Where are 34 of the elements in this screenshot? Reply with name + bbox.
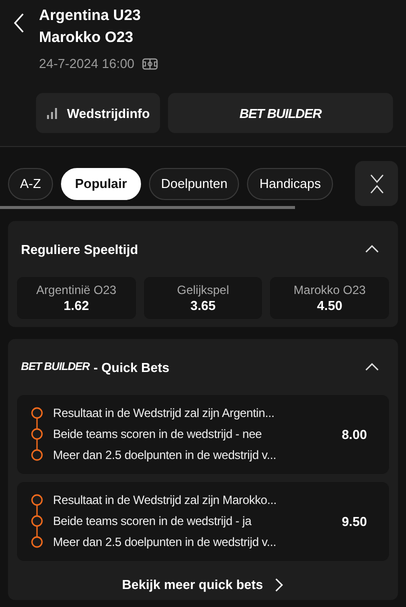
section-title: - Quick Bets bbox=[93, 360, 170, 374]
bet-selection: Meer dan 2.5 doelpunten in de wedstrijd v... bbox=[53, 447, 278, 464]
bet-selection: Resultaat in de Wedstrijd zal zijn Marokko... bbox=[53, 492, 278, 509]
more-quick-bets-link[interactable]: Bekijk meer quick bets bbox=[122, 577, 284, 592]
market-title: Reguliere Speeltijd bbox=[21, 242, 138, 256]
bet-selection: Resultaat in de Wedstrijd zal zijn Argentin... bbox=[53, 405, 276, 422]
odds-button[interactable]: Gelijkspel 3.65 bbox=[144, 277, 262, 319]
bet-selection: Beide teams scoren in de wedstrijd - ja bbox=[53, 513, 252, 530]
team-name: Marokko O23 bbox=[39, 28, 134, 48]
collapse-icon bbox=[370, 174, 384, 194]
bet-builder-logo: BET BUILDER bbox=[21, 361, 90, 373]
chevron-right-icon bbox=[274, 578, 284, 592]
bet-selection: Meer dan 2.5 doelpunten in de wedstrijd v... bbox=[53, 534, 278, 551]
bet-selection: Beide teams scoren in de wedstrijd - nee bbox=[53, 426, 263, 443]
bet-odds: 8.00 bbox=[342, 427, 367, 442]
chevron-icon[interactable] bbox=[365, 245, 379, 253]
bet-builder-button[interactable]: BET BUILDER bbox=[168, 93, 393, 133]
market-tab[interactable]: Doelpunten bbox=[148, 168, 240, 200]
market-tab[interactable]: A-Z bbox=[8, 168, 53, 200]
team-name: Argentina U23 bbox=[39, 6, 142, 26]
odds-button[interactable]: Argentinië O23 1.62 bbox=[17, 277, 136, 319]
match-info-button[interactable]: Wedstrijdinfo bbox=[36, 93, 160, 133]
market-tab[interactable]: Handicaps bbox=[247, 168, 333, 200]
collapse-all-button[interactable] bbox=[355, 161, 398, 206]
quick-bet-card[interactable]: Resultaat in de Wedstrijd zal zijn Marokko... Beide teams scoren in de wedstrijd - ja Meer dan 2.5 doelpunten in de wedstrijd v... 9.50 bbox=[17, 482, 389, 561]
back-icon[interactable] bbox=[13, 13, 25, 33]
market-tab[interactable]: Populair bbox=[60, 168, 141, 200]
bet-odds: 9.50 bbox=[342, 514, 367, 529]
odds-button[interactable]: Marokko O23 4.50 bbox=[270, 277, 390, 319]
match-date: 24-7-2024 16:00 bbox=[39, 56, 134, 71]
quick-bet-card[interactable]: Resultaat in de Wedstrijd zal zijn Argentin... Beide teams scoren in de wedstrijd - nee Meer dan 2.5 doelpunten in de wedstrijd v... 8.00 bbox=[17, 395, 389, 474]
pitch-icon bbox=[142, 58, 158, 70]
stats-icon bbox=[46, 107, 58, 119]
chevron-icon[interactable] bbox=[365, 363, 379, 371]
